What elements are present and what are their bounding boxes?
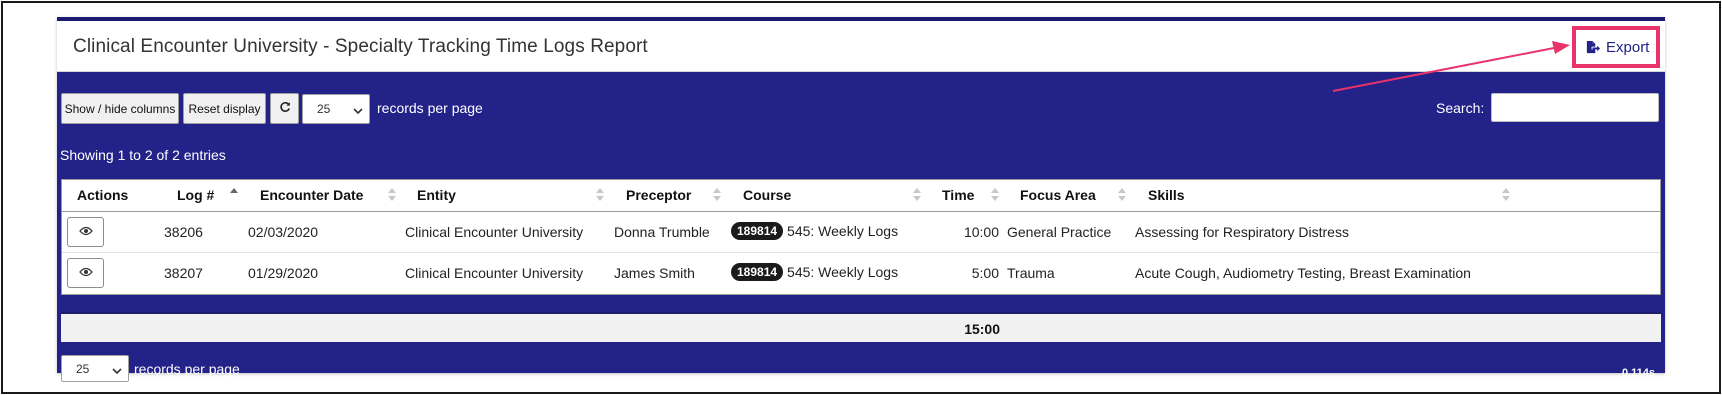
reset-display-button[interactable]: Reset display — [183, 93, 266, 124]
view-log-button[interactable] — [67, 217, 104, 247]
chevron-down-icon — [112, 364, 122, 378]
sort-asc-icon — [230, 188, 238, 202]
eye-icon — [78, 223, 93, 241]
column-header-skills[interactable]: Skills — [1148, 180, 1185, 211]
cell-course: 189814 545: Weekly Logs — [731, 263, 898, 281]
cell-date: 01/29/2020 — [248, 265, 319, 281]
column-header-preceptor[interactable]: Preceptor — [626, 180, 691, 211]
report-panel: Clinical Encounter University - Specialt… — [57, 17, 1665, 382]
panel-header: Clinical Encounter University - Specialt… — [57, 21, 1665, 72]
search-input[interactable] — [1491, 93, 1659, 122]
page-size-select[interactable]: 25 — [302, 94, 370, 124]
total-time: 15:00 — [964, 321, 1000, 337]
column-header-focus-area[interactable]: Focus Area — [1020, 180, 1096, 211]
cell-focus-area: General Practice — [1007, 224, 1112, 240]
course-badge: 189814 — [731, 263, 784, 281]
column-header-time[interactable]: Time — [942, 180, 974, 211]
cell-focus-area: Trauma — [1007, 265, 1055, 281]
column-header-entity[interactable]: Entity — [417, 180, 456, 211]
totals-row: 15:00 — [61, 312, 1661, 342]
cell-preceptor: James Smith — [614, 265, 695, 281]
eye-icon — [78, 264, 93, 282]
footer-page-size-value: 25 — [76, 361, 90, 376]
sort-icon — [1502, 188, 1510, 202]
time-logs-table: Actions Log # Encounter Date Entity Prec… — [61, 179, 1661, 295]
cell-log: 38206 — [164, 224, 203, 240]
refresh-button[interactable] — [270, 93, 299, 124]
course-name: 545: Weekly Logs — [787, 264, 899, 280]
page-title: Clinical Encounter University - Specialt… — [73, 36, 648, 57]
cell-course: 189814 545: Weekly Logs — [731, 222, 898, 240]
sort-icon — [713, 188, 721, 202]
cell-entity: Clinical Encounter University — [405, 224, 584, 240]
column-header-log[interactable]: Log # — [177, 180, 214, 211]
query-timing: 0.114s — [1621, 367, 1655, 379]
page-size-value: 25 — [317, 102, 331, 116]
footer-records-per-page-label: records per page — [134, 361, 240, 377]
cell-time: 5:00 — [971, 265, 999, 281]
table-row: 38206 02/03/2020 Clinical Encounter Univ… — [62, 212, 1660, 253]
column-header-actions[interactable]: Actions — [77, 180, 128, 211]
table-row: 38207 01/29/2020 Clinical Encounter Univ… — [62, 253, 1660, 294]
export-button[interactable]: Export — [1579, 33, 1655, 61]
sort-icon — [596, 188, 604, 202]
entries-info: Showing 1 to 2 of 2 entries — [60, 147, 226, 163]
cell-date: 02/03/2020 — [248, 224, 319, 240]
table-header: Actions Log # Encounter Date Entity Prec… — [62, 180, 1660, 212]
cell-skills: Assessing for Respiratory Distress — [1135, 224, 1349, 240]
cell-skills: Acute Cough, Audiometry Testing, Breast … — [1135, 265, 1471, 281]
export-label: Export — [1606, 38, 1650, 56]
sort-icon — [913, 188, 921, 202]
course-name: 545: Weekly Logs — [787, 223, 899, 239]
sort-icon — [1118, 188, 1126, 202]
search-label: Search: — [1436, 100, 1485, 116]
view-log-button[interactable] — [67, 258, 104, 288]
show-hide-columns-button[interactable]: Show / hide columns — [61, 93, 179, 124]
sort-icon — [388, 188, 396, 202]
column-header-encounter-date[interactable]: Encounter Date — [260, 180, 363, 211]
sort-icon — [991, 188, 999, 202]
cell-log: 38207 — [164, 265, 203, 281]
footer-page-size-select[interactable]: 25 — [61, 355, 129, 382]
cell-time: 10:00 — [963, 224, 999, 240]
refresh-icon — [279, 101, 291, 116]
cell-preceptor: Donna Trumble — [614, 224, 710, 240]
column-header-course[interactable]: Course — [743, 180, 791, 211]
chevron-down-icon — [353, 104, 363, 118]
course-badge: 189814 — [731, 222, 784, 240]
cell-entity: Clinical Encounter University — [405, 265, 584, 281]
records-per-page-label: records per page — [377, 100, 483, 116]
file-export-icon — [1585, 40, 1600, 55]
